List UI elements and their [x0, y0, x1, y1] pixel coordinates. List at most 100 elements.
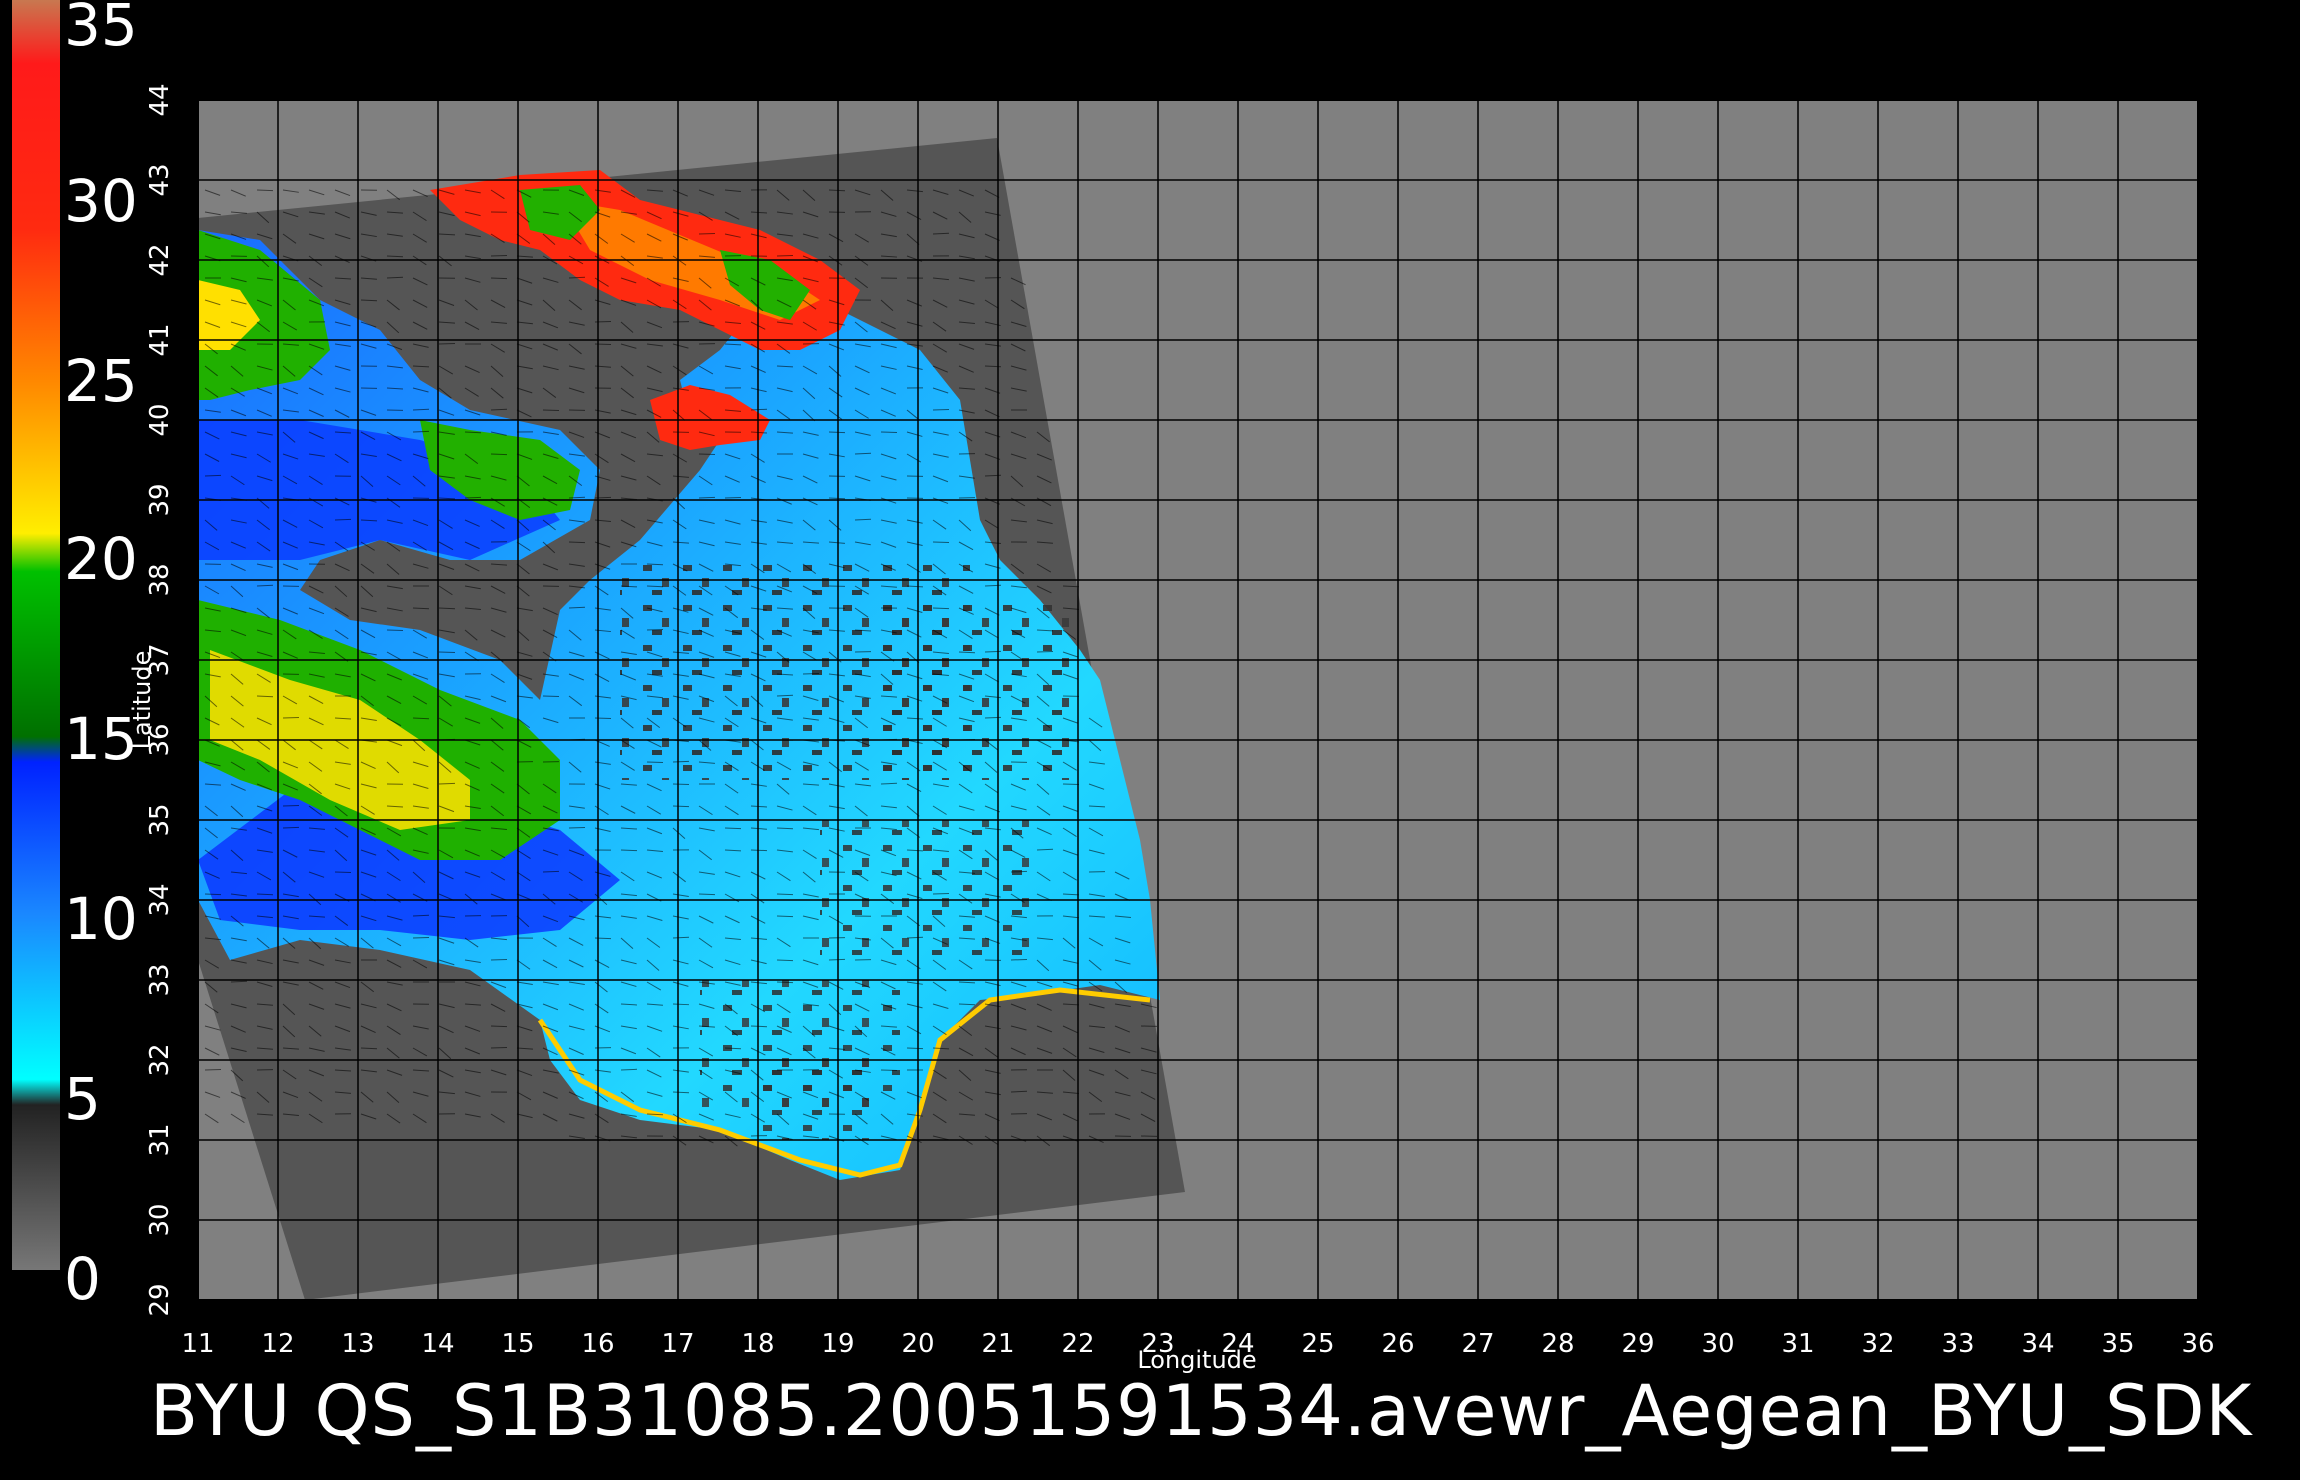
wind-vector [282, 804, 300, 807]
latitude-tick-label: 32 [145, 1043, 175, 1076]
wind-vector [438, 607, 456, 610]
wind-vector [568, 826, 586, 829]
longitude-tick-label: 11 [181, 1329, 214, 1359]
wind-vector [490, 958, 508, 961]
longitude-tick-label: 15 [501, 1329, 534, 1359]
wind-vector [1062, 783, 1080, 786]
latitude-tick-label: 31 [145, 1123, 175, 1156]
wind-vector [204, 474, 222, 477]
colorbar-label-35: 35 [64, 0, 138, 59]
wind-vector [776, 893, 794, 896]
longitude-tick-label: 17 [661, 1329, 694, 1359]
longitude-tick-label: 27 [1461, 1329, 1494, 1359]
wind-vector [906, 1047, 924, 1050]
wind-vector [334, 871, 352, 874]
wind-vector [776, 254, 794, 257]
wind-vector [490, 277, 508, 280]
latitude-tick-label: 41 [145, 323, 175, 356]
wind-vector [620, 849, 638, 852]
longitude-tick-label: 36 [2181, 1329, 2214, 1359]
wind-vector [750, 1025, 768, 1028]
longitude-tick-label: 29 [1621, 1329, 1654, 1359]
wind-vector [646, 761, 664, 764]
wind-vector [672, 805, 690, 808]
colorbar-label-30: 30 [64, 167, 138, 235]
wind-vector [568, 276, 586, 279]
wind-vector [932, 607, 950, 610]
wind-vector [776, 915, 794, 918]
longitude-tick-label: 13 [341, 1329, 374, 1359]
wind-vector [672, 783, 690, 786]
wind-vector [568, 496, 586, 499]
low-wind-patch-3 [820, 820, 1040, 960]
wind-vector [880, 431, 898, 434]
wind-vector [204, 1068, 222, 1071]
latitude-tick-label: 35 [145, 803, 175, 836]
colorbar-label-0: 0 [64, 1245, 101, 1313]
wind-vector [334, 518, 352, 521]
latitude-tick-label: 30 [145, 1203, 175, 1236]
latitude-tick-label: 42 [145, 243, 175, 276]
longitude-tick-label: 35 [2101, 1329, 2134, 1359]
wind-vector [932, 408, 950, 411]
colorbar-strip [12, 0, 60, 1270]
wind-vector [542, 870, 560, 873]
longitude-tick-label: 20 [901, 1329, 934, 1359]
wind-vector [204, 893, 222, 896]
latitude-tick-label: 39 [145, 483, 175, 516]
longitude-tick-label: 32 [1861, 1329, 1894, 1359]
latitude-tick-label: 33 [145, 963, 175, 996]
wind-vector [490, 453, 508, 456]
wind-vector [828, 958, 846, 961]
wind-vector [776, 959, 794, 962]
wind-vector [620, 1068, 638, 1071]
image-caption: BYU QS_S1B31085.20051591534.avewr_Aegean… [150, 1370, 2253, 1452]
longitude-tick-label: 34 [2021, 1329, 2054, 1359]
latitude-tick-label: 34 [145, 883, 175, 916]
longitude-tick-label: 19 [821, 1329, 854, 1359]
longitude-tick-label: 21 [981, 1329, 1014, 1359]
wind-vector [412, 914, 430, 917]
wind-vector [256, 695, 274, 698]
wind-vector [438, 782, 456, 785]
longitude-tick-label: 28 [1541, 1329, 1574, 1359]
latitude-tick-label: 40 [145, 403, 175, 436]
latitude-tick-label: 38 [145, 563, 175, 596]
wind-vector [282, 826, 300, 829]
wind-vector [724, 496, 742, 499]
longitude-tick-label: 26 [1381, 1329, 1414, 1359]
longitude-tick-label: 18 [741, 1329, 774, 1359]
wind-vector [880, 782, 898, 785]
wind-vector [776, 981, 794, 984]
wind-vector [490, 1025, 508, 1028]
wind-vector [776, 694, 794, 697]
latitude-tick-label: 43 [145, 163, 175, 196]
longitude-tick-label: 16 [581, 1329, 614, 1359]
wind-vector [828, 431, 846, 434]
longitude-tick-label: 33 [1941, 1329, 1974, 1359]
wind-vector [1010, 958, 1028, 961]
longitude-tick-label: 14 [421, 1329, 454, 1359]
wind-vector [750, 849, 768, 852]
wind-vector [568, 541, 586, 544]
wind-vector [932, 892, 950, 895]
wind-vector [724, 827, 742, 830]
colorbar-label-10: 10 [64, 885, 138, 953]
wind-map-figure: 11 12 13 14 15 16 17 18 19 20 21 22 23 24 25 26 27 28 29 30… [12, 0, 2228, 1374]
latitude-tick-label: 29 [145, 1283, 175, 1316]
colorbar-label-20: 20 [64, 525, 138, 593]
low-wind-patch-5 [760, 1060, 880, 1140]
colorbar [12, 0, 60, 1270]
longitude-tick-label: 22 [1061, 1329, 1094, 1359]
wind-vector [672, 1003, 690, 1006]
wind-vector [932, 232, 950, 235]
wind-vector [698, 496, 716, 499]
wind-vector [1010, 870, 1028, 873]
colorbar-label-25: 25 [64, 347, 138, 415]
latitude-tick-label: 44 [145, 83, 175, 116]
wind-vector [672, 760, 690, 763]
longitude-tick-label: 30 [1701, 1329, 1734, 1359]
wind-vector [256, 189, 274, 192]
colorbar-label-5: 5 [64, 1065, 101, 1133]
wind-vector [412, 717, 430, 720]
